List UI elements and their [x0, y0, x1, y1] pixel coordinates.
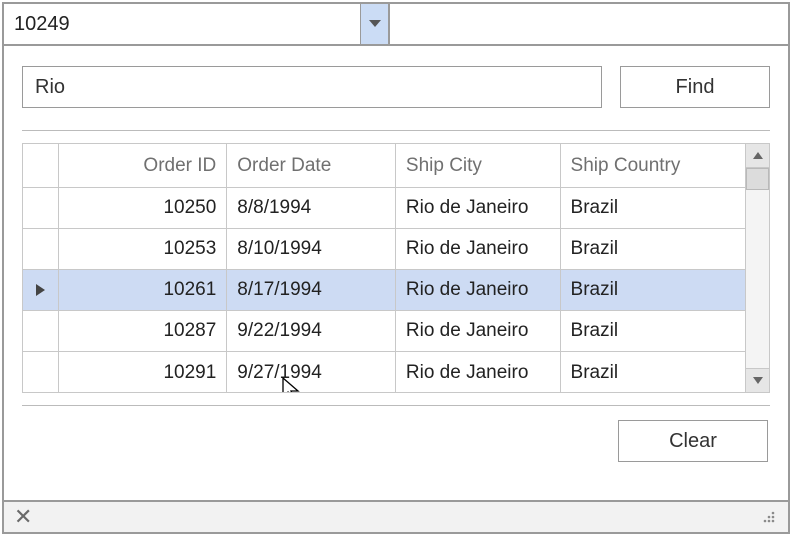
cell-ship-country[interactable]: Brazil	[561, 229, 745, 269]
table-row[interactable]: 102538/10/1994Rio de JaneiroBrazil	[23, 229, 745, 270]
cell-ship-country[interactable]: Brazil	[561, 270, 745, 310]
scroll-thumb[interactable]	[746, 168, 769, 190]
table-row[interactable]: 102508/8/1994Rio de JaneiroBrazil	[23, 188, 745, 229]
cell-ship-country[interactable]: Brazil	[561, 188, 745, 228]
grid-header: Order ID Order Date Ship City Ship Count…	[23, 144, 745, 188]
row-indicator	[23, 229, 59, 269]
indicator-column-header[interactable]	[23, 144, 59, 187]
cell-order-id[interactable]: 10287	[59, 311, 228, 351]
separator	[22, 405, 770, 406]
dropdown-panel: Find Order ID Order Date Ship City Ship …	[4, 46, 788, 500]
cell-ship-city[interactable]: Rio de Janeiro	[396, 311, 561, 351]
grid-body: 102508/8/1994Rio de JaneiroBrazil102538/…	[23, 188, 745, 393]
combo-input[interactable]	[4, 4, 360, 44]
cell-order-date[interactable]: 9/27/1994	[227, 352, 396, 393]
cell-order-date[interactable]: 8/10/1994	[227, 229, 396, 269]
cell-ship-city[interactable]: Rio de Janeiro	[396, 188, 561, 228]
resize-grip-icon[interactable]	[760, 508, 778, 526]
col-header-order-date[interactable]: Order Date	[227, 144, 396, 187]
cell-order-id[interactable]: 10253	[59, 229, 228, 269]
footer-row: Clear	[22, 420, 770, 462]
search-row: Find	[22, 66, 770, 108]
separator	[22, 130, 770, 131]
combo-editor	[4, 4, 788, 46]
row-indicator	[23, 188, 59, 228]
triangle-up-icon	[753, 152, 763, 159]
cell-order-date[interactable]: 8/8/1994	[227, 188, 396, 228]
cell-ship-city[interactable]: Rio de Janeiro	[396, 352, 561, 393]
col-header-ship-city[interactable]: Ship City	[396, 144, 561, 187]
close-icon[interactable]: ✕	[14, 506, 32, 528]
scroll-track[interactable]	[746, 168, 769, 368]
row-indicator	[23, 311, 59, 351]
triangle-down-icon	[753, 377, 763, 384]
scroll-up-button[interactable]	[746, 144, 769, 168]
window: Find Order ID Order Date Ship City Ship …	[2, 2, 790, 534]
cell-order-id[interactable]: 10261	[59, 270, 228, 310]
table-row[interactable]: 102919/27/1994Rio de JaneiroBrazil	[23, 352, 745, 393]
cell-ship-city[interactable]: Rio de Janeiro	[396, 229, 561, 269]
cell-order-date[interactable]: 9/22/1994	[227, 311, 396, 351]
col-header-order-id[interactable]: Order ID	[59, 144, 228, 187]
combo-dropdown-button[interactable]	[360, 4, 390, 44]
vertical-scrollbar[interactable]	[746, 143, 770, 393]
row-indicator	[23, 352, 59, 393]
table-row[interactable]: 102618/17/1994Rio de JaneiroBrazil	[23, 270, 745, 311]
combo-spacer	[390, 4, 788, 44]
status-bar: ✕	[4, 500, 788, 532]
results-grid[interactable]: Order ID Order Date Ship City Ship Count…	[22, 143, 746, 393]
cell-ship-country[interactable]: Brazil	[561, 352, 745, 393]
cell-ship-country[interactable]: Brazil	[561, 311, 745, 351]
current-row-icon	[36, 284, 45, 296]
clear-button[interactable]: Clear	[618, 420, 768, 462]
cell-order-date[interactable]: 8/17/1994	[227, 270, 396, 310]
chevron-down-icon	[369, 20, 381, 28]
scroll-down-button[interactable]	[746, 368, 769, 392]
grid-container: Order ID Order Date Ship City Ship Count…	[22, 143, 770, 393]
table-row[interactable]: 102879/22/1994Rio de JaneiroBrazil	[23, 311, 745, 352]
search-input[interactable]	[22, 66, 602, 108]
row-indicator	[23, 270, 59, 310]
cell-order-id[interactable]: 10291	[59, 352, 228, 393]
col-header-ship-country[interactable]: Ship Country	[561, 144, 745, 187]
cell-order-id[interactable]: 10250	[59, 188, 228, 228]
cell-ship-city[interactable]: Rio de Janeiro	[396, 270, 561, 310]
find-button[interactable]: Find	[620, 66, 770, 108]
